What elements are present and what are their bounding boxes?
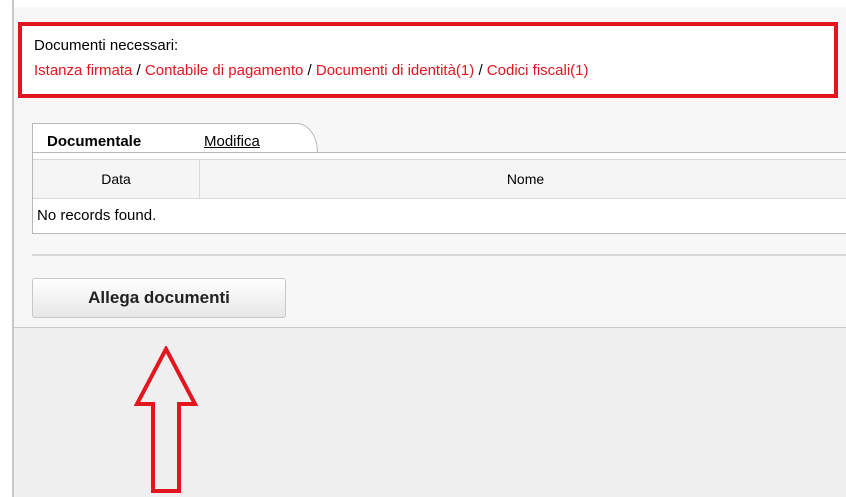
documents-table: Data Nome No records found. — [32, 152, 846, 234]
notice-title: Documenti necessari: — [34, 37, 179, 54]
doc-separator: / — [474, 62, 487, 79]
doc-separator: / — [132, 62, 145, 79]
required-doc-contabile-pagamento[interactable]: Contabile di pagamento — [145, 62, 303, 79]
required-doc-codici-fiscali[interactable]: Codici fiscali(1) — [487, 62, 589, 79]
section-divider — [32, 254, 846, 256]
tab-title: Documentale — [47, 133, 142, 150]
edit-link[interactable]: Modifica — [204, 133, 260, 150]
column-header-nome[interactable]: Nome — [200, 160, 846, 198]
required-doc-istanza-firmata[interactable]: Istanza firmata — [34, 62, 132, 79]
up-arrow-icon — [134, 346, 198, 493]
column-header-data[interactable]: Data — [33, 160, 200, 198]
tab-documentale: Documentale Modifica — [32, 123, 318, 152]
required-doc-documenti-identita[interactable]: Documenti di identità(1) — [316, 62, 474, 79]
table-header: Data Nome — [33, 159, 846, 199]
empty-table-message: No records found. — [37, 207, 157, 224]
required-documents-list: Istanza firmata / Contabile di pagamento… — [34, 62, 589, 79]
top-strip — [0, 0, 846, 7]
required-documents-notice: Documenti necessari: Istanza firmata / C… — [18, 22, 838, 98]
doc-separator: / — [303, 62, 316, 79]
attach-documents-button[interactable]: Allega documenti — [32, 278, 286, 318]
